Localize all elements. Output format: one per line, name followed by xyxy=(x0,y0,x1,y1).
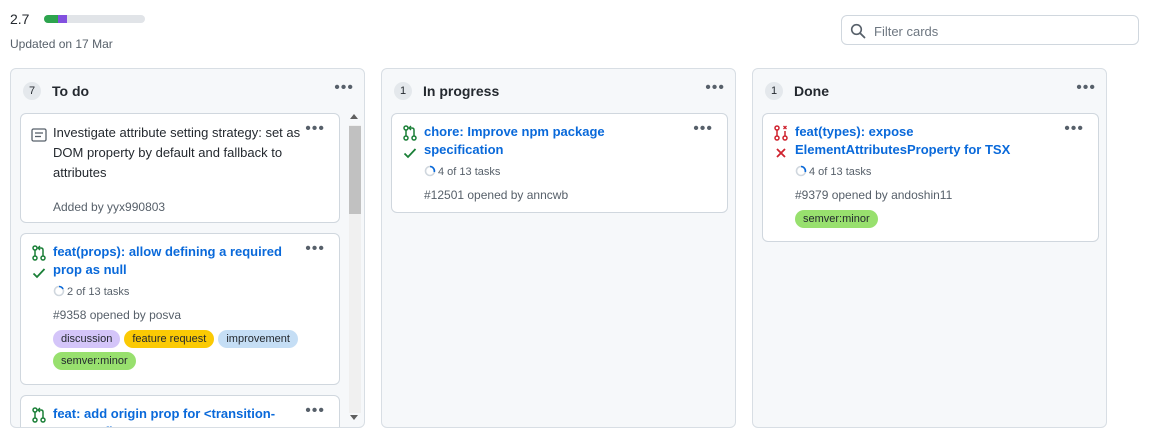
note-icon xyxy=(31,128,47,142)
task-progress-text: 2 of 13 tasks xyxy=(67,286,130,298)
check-icon xyxy=(403,148,417,159)
label-feature-request[interactable]: feature request xyxy=(124,330,215,348)
note-text: Investigate attribute setting strategy: … xyxy=(53,125,301,180)
column-header: 1 In progress ••• xyxy=(382,69,735,113)
project-version: 2.7 xyxy=(10,11,30,27)
column-header: 7 To do ••• xyxy=(11,69,364,113)
column-header: 1 Done ••• xyxy=(753,69,1106,113)
column-card-count: 7 xyxy=(23,82,41,100)
task-progress: 4 of 13 tasks xyxy=(795,165,871,178)
pull-request-card[interactable]: feat: add origin prop for <transition-gr… xyxy=(20,395,340,427)
note-author: Added by yyx990803 xyxy=(53,200,166,214)
column-card-count: 1 xyxy=(765,82,783,100)
pull-request-title-link[interactable]: feat: add origin prop for <transition-gr… xyxy=(53,405,303,427)
card-menu-button[interactable]: ••• xyxy=(1064,121,1084,137)
label-semver-minor[interactable]: semver:minor xyxy=(53,352,136,370)
label-improvement[interactable]: improvement xyxy=(218,330,298,348)
column-in-progress: 1 In progress ••• chore: Improve npm pac… xyxy=(381,68,736,428)
to-do-scrollbar[interactable] xyxy=(347,111,361,427)
pull-request-card[interactable]: feat(types): expose ElementAttributesPro… xyxy=(762,113,1099,242)
card-menu-button[interactable]: ••• xyxy=(693,121,713,137)
task-progress: 2 of 13 tasks xyxy=(53,285,129,298)
scrollbar-thumb[interactable] xyxy=(349,126,361,214)
scroll-down-arrow-icon[interactable] xyxy=(350,415,358,420)
pull-request-closed-icon xyxy=(774,125,788,141)
label-semver-minor[interactable]: semver:minor xyxy=(795,210,878,228)
card-menu-button[interactable]: ••• xyxy=(305,403,325,419)
pull-request-meta: #12501 opened by anncwb xyxy=(424,188,569,202)
card-menu-button[interactable]: ••• xyxy=(305,241,325,257)
task-progress-icon xyxy=(53,285,65,297)
task-progress-icon xyxy=(795,165,807,177)
pull-request-meta: #9379 opened by andoshin11 xyxy=(795,188,953,202)
x-icon xyxy=(776,148,786,158)
column-title: In progress xyxy=(423,83,500,99)
label-list: semver:minor xyxy=(795,210,878,228)
task-progress-icon xyxy=(424,165,436,177)
pull-request-open-icon xyxy=(32,407,46,423)
column-done: 1 Done ••• feat(types): expose ElementAt… xyxy=(752,68,1107,428)
task-progress: 4 of 13 tasks xyxy=(424,165,500,178)
progress-done-segment xyxy=(44,15,59,23)
pull-request-open-icon xyxy=(32,245,46,261)
search-icon xyxy=(850,23,866,39)
task-progress-text: 4 of 13 tasks xyxy=(438,166,501,178)
updated-timestamp: Updated on 17 Mar xyxy=(10,37,113,51)
column-menu-button[interactable]: ••• xyxy=(1076,80,1096,96)
label-discussion[interactable]: discussion xyxy=(53,330,121,348)
scroll-up-arrow-icon[interactable] xyxy=(350,114,358,119)
progress-in-progress-segment xyxy=(58,15,68,23)
pull-request-card[interactable]: feat(props): allow defining a required p… xyxy=(20,233,340,385)
check-icon xyxy=(32,268,46,279)
pull-request-title-link[interactable]: feat(types): expose ElementAttributesPro… xyxy=(795,123,1045,159)
filter-cards-input[interactable] xyxy=(872,20,1126,42)
column-menu-button[interactable]: ••• xyxy=(705,80,725,96)
column-title: Done xyxy=(794,83,829,99)
column-title: To do xyxy=(52,83,90,99)
filter-cards-box[interactable] xyxy=(841,15,1139,45)
pull-request-title-link[interactable]: chore: Improve npm package specification xyxy=(424,123,674,159)
pull-request-meta: #9358 opened by posva xyxy=(53,308,182,322)
note-card[interactable]: Investigate attribute setting strategy: … xyxy=(20,113,340,223)
column-menu-button[interactable]: ••• xyxy=(334,80,354,96)
card-menu-button[interactable]: ••• xyxy=(305,121,325,137)
pull-request-card[interactable]: chore: Improve npm package specification… xyxy=(391,113,728,213)
column-card-count: 1 xyxy=(394,82,412,100)
project-progress-bar xyxy=(44,15,145,23)
pull-request-open-icon xyxy=(403,125,417,141)
pull-request-title-link[interactable]: feat(props): allow defining a required p… xyxy=(53,243,303,279)
task-progress-text: 4 of 13 tasks xyxy=(809,166,872,178)
label-list: discussion feature request improvement s… xyxy=(53,330,337,370)
column-to-do: 7 To do ••• Investigate attribute settin… xyxy=(10,68,365,428)
